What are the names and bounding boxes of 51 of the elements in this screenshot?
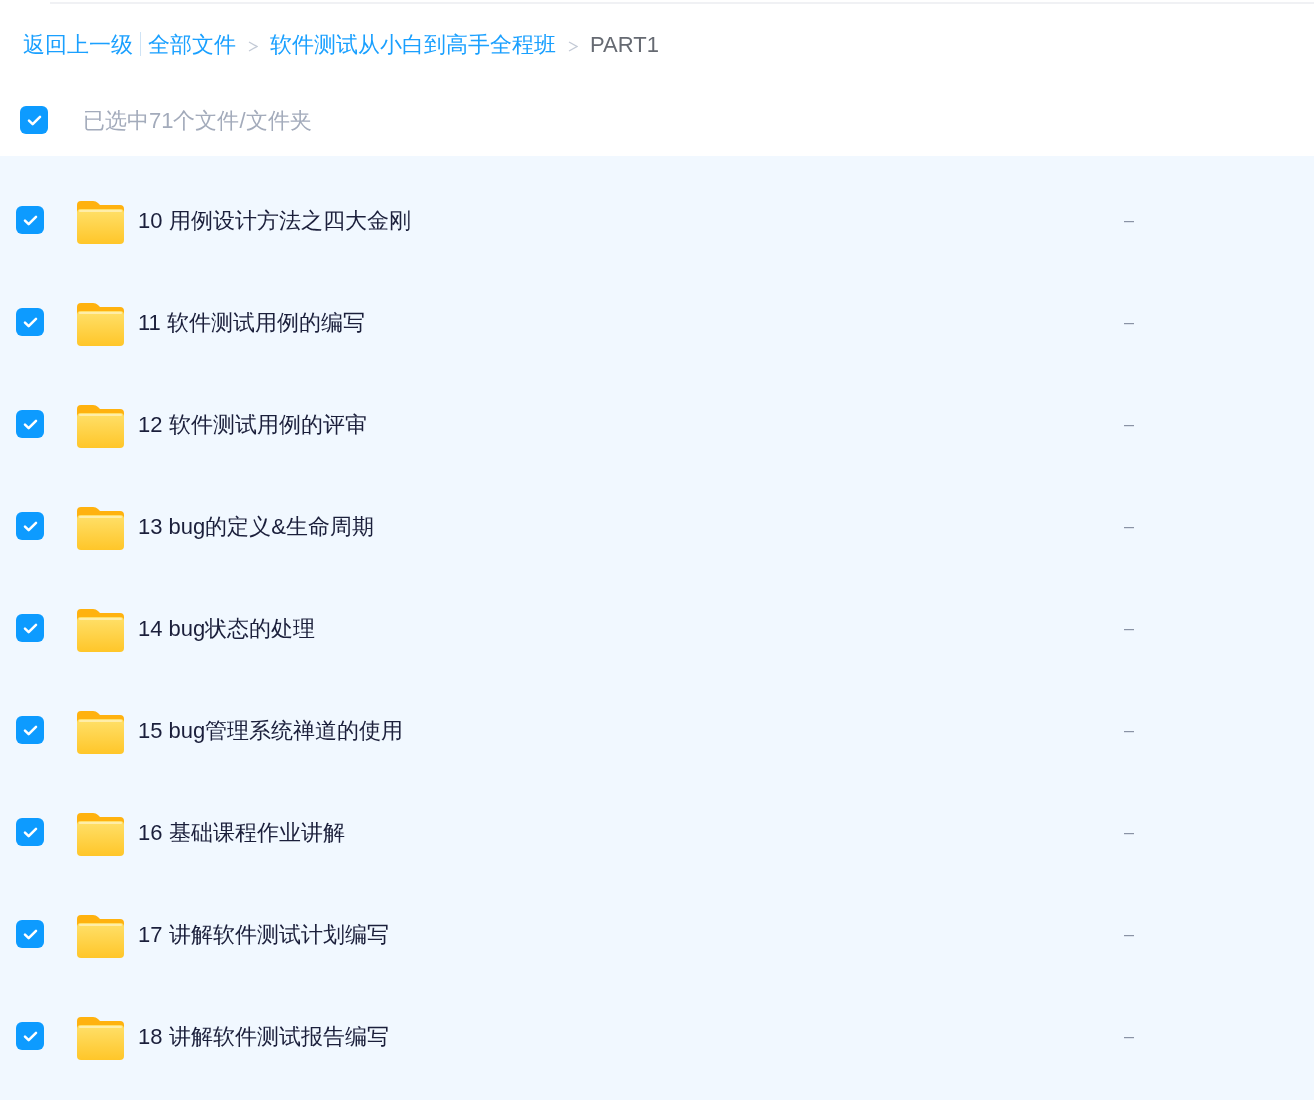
file-size: – (1124, 514, 1134, 538)
checkbox[interactable] (16, 410, 44, 438)
checkbox[interactable] (16, 614, 44, 642)
folder-name[interactable]: 15 bug管理系统禅道的使用 (138, 713, 404, 747)
folder-icon (77, 812, 124, 856)
check-icon (22, 622, 38, 634)
folder-name[interactable]: 14 bug状态的处理 (138, 611, 316, 645)
folder-icon (77, 914, 124, 958)
folder-name[interactable]: 18 讲解软件测试报告编写 (138, 1019, 389, 1053)
file-size: – (1124, 718, 1134, 742)
folder-icon (77, 1016, 124, 1060)
folder-name[interactable]: 16 基础课程作业讲解 (138, 815, 345, 849)
checkbox[interactable] (16, 818, 44, 846)
breadcrumb-current: PART1 (590, 30, 659, 59)
check-icon (22, 928, 38, 940)
folder-icon (77, 200, 124, 244)
folder-icon (77, 608, 124, 652)
folder-name[interactable]: 10 用例设计方法之四大金刚 (138, 203, 411, 237)
checkbox[interactable] (20, 106, 48, 134)
checkbox[interactable] (16, 716, 44, 744)
folder-icon (77, 404, 124, 448)
folder-name[interactable]: 11 软件测试用例的编写 (138, 305, 365, 339)
checkbox[interactable] (16, 206, 44, 234)
file-size: – (1124, 412, 1134, 436)
chevron-icon (248, 40, 258, 52)
check-icon (22, 724, 38, 736)
checkbox[interactable] (16, 920, 44, 948)
file-size: – (1124, 1024, 1134, 1048)
file-size: – (1124, 922, 1134, 946)
check-icon (22, 1030, 38, 1042)
chevron-icon (568, 40, 578, 52)
check-icon (22, 214, 38, 226)
checkbox[interactable] (16, 308, 44, 336)
folder-name[interactable]: 17 讲解软件测试计划编写 (138, 917, 389, 951)
checkbox[interactable] (16, 512, 44, 540)
file-size: – (1124, 820, 1134, 844)
folder-name[interactable]: 12 软件测试用例的评审 (138, 407, 367, 441)
check-icon (22, 418, 38, 430)
folder-icon (77, 302, 124, 346)
check-icon (26, 114, 42, 126)
selection-count: 已选中71个文件/文件夹 (83, 106, 312, 135)
check-icon (22, 826, 38, 838)
folder-icon (77, 506, 124, 550)
check-icon (22, 316, 38, 328)
file-size: – (1124, 616, 1134, 640)
folder-name[interactable]: 13 bug的定义&生命周期 (138, 509, 374, 543)
folder-icon (77, 710, 124, 754)
file-size: – (1124, 310, 1134, 334)
file-size: – (1124, 208, 1134, 232)
check-icon (22, 520, 38, 532)
checkbox[interactable] (16, 1022, 44, 1050)
